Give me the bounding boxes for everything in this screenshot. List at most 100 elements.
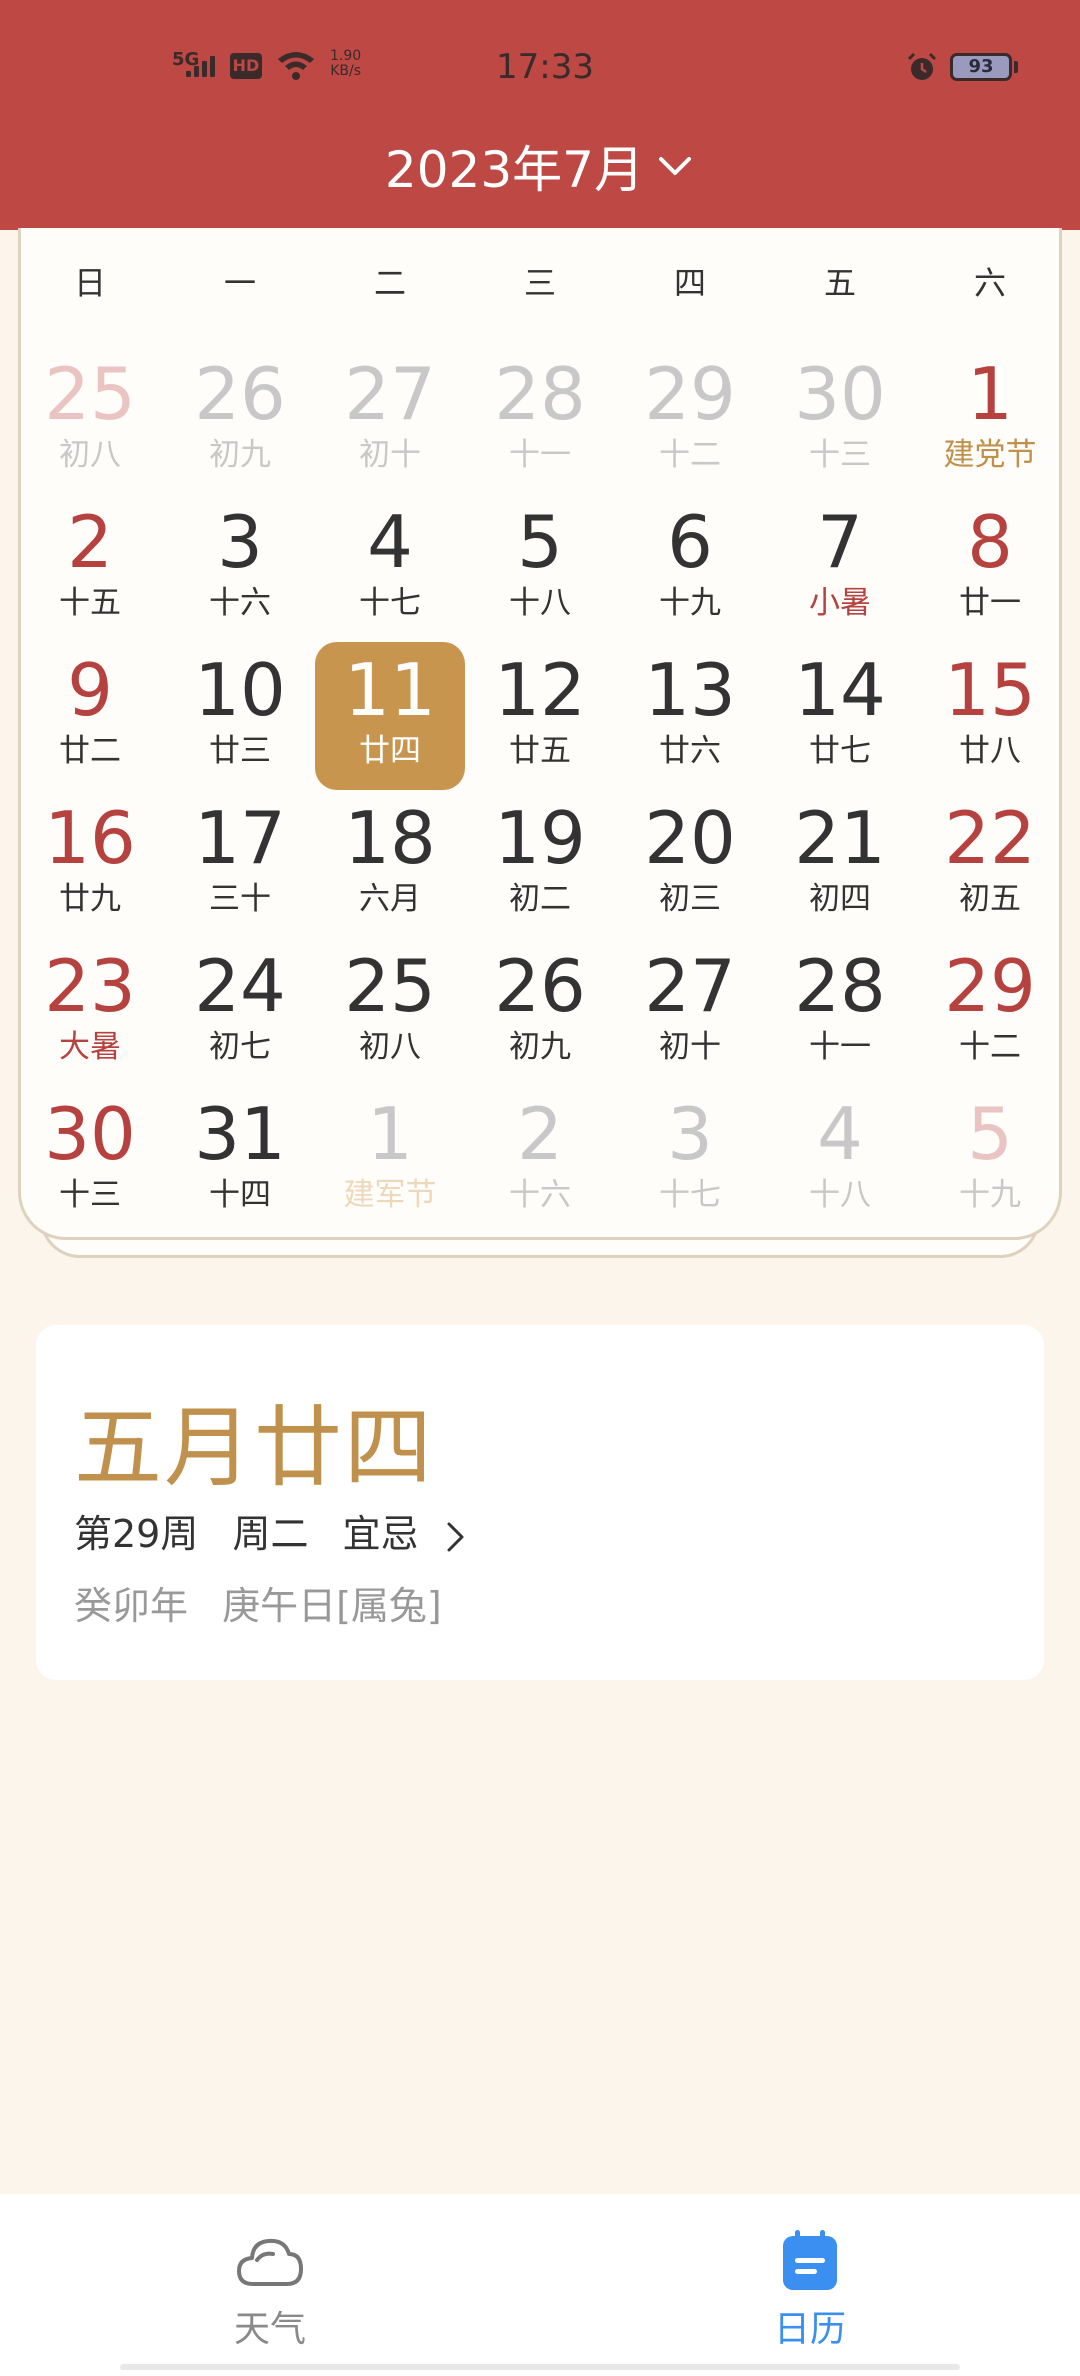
calendar-day-today[interactable]: 11 廿四	[315, 642, 465, 790]
lunar-label: 十一	[809, 1029, 871, 1065]
day-number: 11	[344, 648, 436, 732]
calendar-day[interactable]: 18 六月	[315, 790, 465, 938]
calendar-day[interactable]: 10 廿三	[165, 642, 315, 790]
hd-badge: HD	[230, 53, 262, 79]
day-details-row[interactable]: 第29周 周二 宜忌	[74, 1503, 467, 1558]
lunar-label: 小暑	[809, 585, 871, 621]
calendar-day[interactable]: 14 廿七	[765, 642, 915, 790]
lunar-label: 十八	[509, 585, 571, 621]
calendar-day[interactable]: 24 初七	[165, 938, 315, 1086]
month-title[interactable]: 2023年7月	[385, 130, 644, 202]
lunar-label: 十五	[59, 585, 121, 621]
calendar-day[interactable]: 5 十九	[915, 1086, 1065, 1234]
calendar-day[interactable]: 28 十一	[765, 938, 915, 1086]
lunar-label: 初五	[959, 881, 1021, 917]
day-number: 4	[367, 500, 413, 584]
lunar-label: 初七	[209, 1029, 271, 1065]
day-number: 22	[944, 796, 1036, 880]
day-number: 3	[217, 500, 263, 584]
lunar-label: 十九	[659, 585, 721, 621]
calendar-day[interactable]: 27 初十	[315, 346, 465, 494]
calendar-day[interactable]: 13 廿六	[615, 642, 765, 790]
calendar-day[interactable]: 5 十八	[465, 494, 615, 642]
lunar-label: 十六	[509, 1177, 571, 1213]
lunar-label: 廿三	[209, 733, 271, 769]
day-number: 17	[194, 796, 286, 880]
lunar-label: 十二	[959, 1029, 1021, 1065]
calendar-day[interactable]: 3 十七	[615, 1086, 765, 1234]
chevron-right-icon[interactable]	[445, 1520, 467, 1554]
lunar-label: 初二	[509, 881, 571, 917]
day-number: 5	[967, 1092, 1013, 1176]
lunar-label: 初三	[659, 881, 721, 917]
lunar-label: 十七	[659, 1177, 721, 1213]
day-number: 28	[794, 944, 886, 1028]
yiji-link[interactable]: 宜忌	[343, 1512, 419, 1556]
calendar-day[interactable]: 29 十二	[615, 346, 765, 494]
calendar-day[interactable]: 20 初三	[615, 790, 765, 938]
battery-icon: 93	[950, 53, 1012, 81]
nav-calendar[interactable]: 日历	[710, 2230, 910, 2352]
weekday-label: 日	[73, 264, 106, 302]
calendar-day[interactable]: 27 初十	[615, 938, 765, 1086]
lunar-label: 六月	[359, 881, 421, 917]
calendar-day[interactable]: 4 十七	[315, 494, 465, 642]
calendar-day[interactable]: 17 三十	[165, 790, 315, 938]
calendar-day[interactable]: 22 初五	[915, 790, 1065, 938]
weekday-text: 周二	[232, 1512, 309, 1556]
calendar-day[interactable]: 30 十三	[15, 1086, 165, 1234]
calendar-day[interactable]: 9 廿二	[15, 642, 165, 790]
calendar-day[interactable]: 12 廿五	[465, 642, 615, 790]
nav-weather[interactable]: 天气	[170, 2230, 370, 2352]
calendar-day[interactable]: 4 十八	[765, 1086, 915, 1234]
lunar-label: 十三	[809, 437, 871, 473]
lunar-label: 十二	[659, 437, 721, 473]
calendar-day[interactable]: 16 廿九	[15, 790, 165, 938]
lunar-label: 建党节	[943, 437, 1037, 473]
weekday-label: 五	[823, 264, 856, 302]
lunar-label: 建军节	[343, 1177, 437, 1213]
day-number: 26	[194, 352, 286, 436]
lunar-label: 廿八	[959, 733, 1021, 769]
alarm-icon	[907, 52, 937, 80]
lunar-label: 初十	[359, 437, 421, 473]
weekday-label: 一	[223, 264, 256, 302]
lunar-date: 五月廿四	[74, 1396, 435, 1499]
month-selector[interactable]: 2023年7月	[0, 130, 1080, 200]
day-number: 12	[494, 648, 586, 732]
weekday-label: 四	[673, 264, 706, 302]
calendar-day[interactable]: 29 十二	[915, 938, 1065, 1086]
day-number: 27	[344, 352, 436, 436]
day-number: 27	[644, 944, 736, 1028]
calendar-day[interactable]: 6 十九	[615, 494, 765, 642]
signal-icon	[186, 53, 220, 77]
calendar-day[interactable]: 31 十四	[165, 1086, 315, 1234]
lunar-label: 三十	[209, 881, 271, 917]
calendar-day[interactable]: 26 初九	[465, 938, 615, 1086]
calendar-day[interactable]: 23 大暑	[15, 938, 165, 1086]
lunar-label: 十八	[809, 1177, 871, 1213]
calendar-day[interactable]: 2 十六	[465, 1086, 615, 1234]
chevron-down-icon[interactable]	[655, 151, 695, 181]
wifi-icon	[278, 52, 314, 80]
calendar-day[interactable]: 15 廿八	[915, 642, 1065, 790]
lunar-label: 初四	[809, 881, 871, 917]
calendar-day[interactable]: 19 初二	[465, 790, 615, 938]
calendar-day[interactable]: 8 廿一	[915, 494, 1065, 642]
calendar-day[interactable]: 26 初九	[165, 346, 315, 494]
nav-weather-label: 天气	[233, 2309, 306, 2350]
calendar-day[interactable]: 21 初四	[765, 790, 915, 938]
calendar-day[interactable]: 7 小暑	[765, 494, 915, 642]
calendar-day[interactable]: 1 建党节	[915, 346, 1065, 494]
calendar-day[interactable]: 28 十一	[465, 346, 615, 494]
calendar-day[interactable]: 25 初八	[315, 938, 465, 1086]
calendar-day[interactable]: 2 十五	[15, 494, 165, 642]
week-number: 第29周	[74, 1512, 199, 1556]
calendar-day[interactable]: 30 十三	[765, 346, 915, 494]
day-number: 1	[367, 1092, 413, 1176]
day-ganzhi: 庚午日[属兔]	[222, 1584, 442, 1628]
day-number: 14	[794, 648, 886, 732]
calendar-day[interactable]: 1 建军节	[315, 1086, 465, 1234]
calendar-day[interactable]: 25 初八	[15, 346, 165, 494]
calendar-day[interactable]: 3 十六	[165, 494, 315, 642]
